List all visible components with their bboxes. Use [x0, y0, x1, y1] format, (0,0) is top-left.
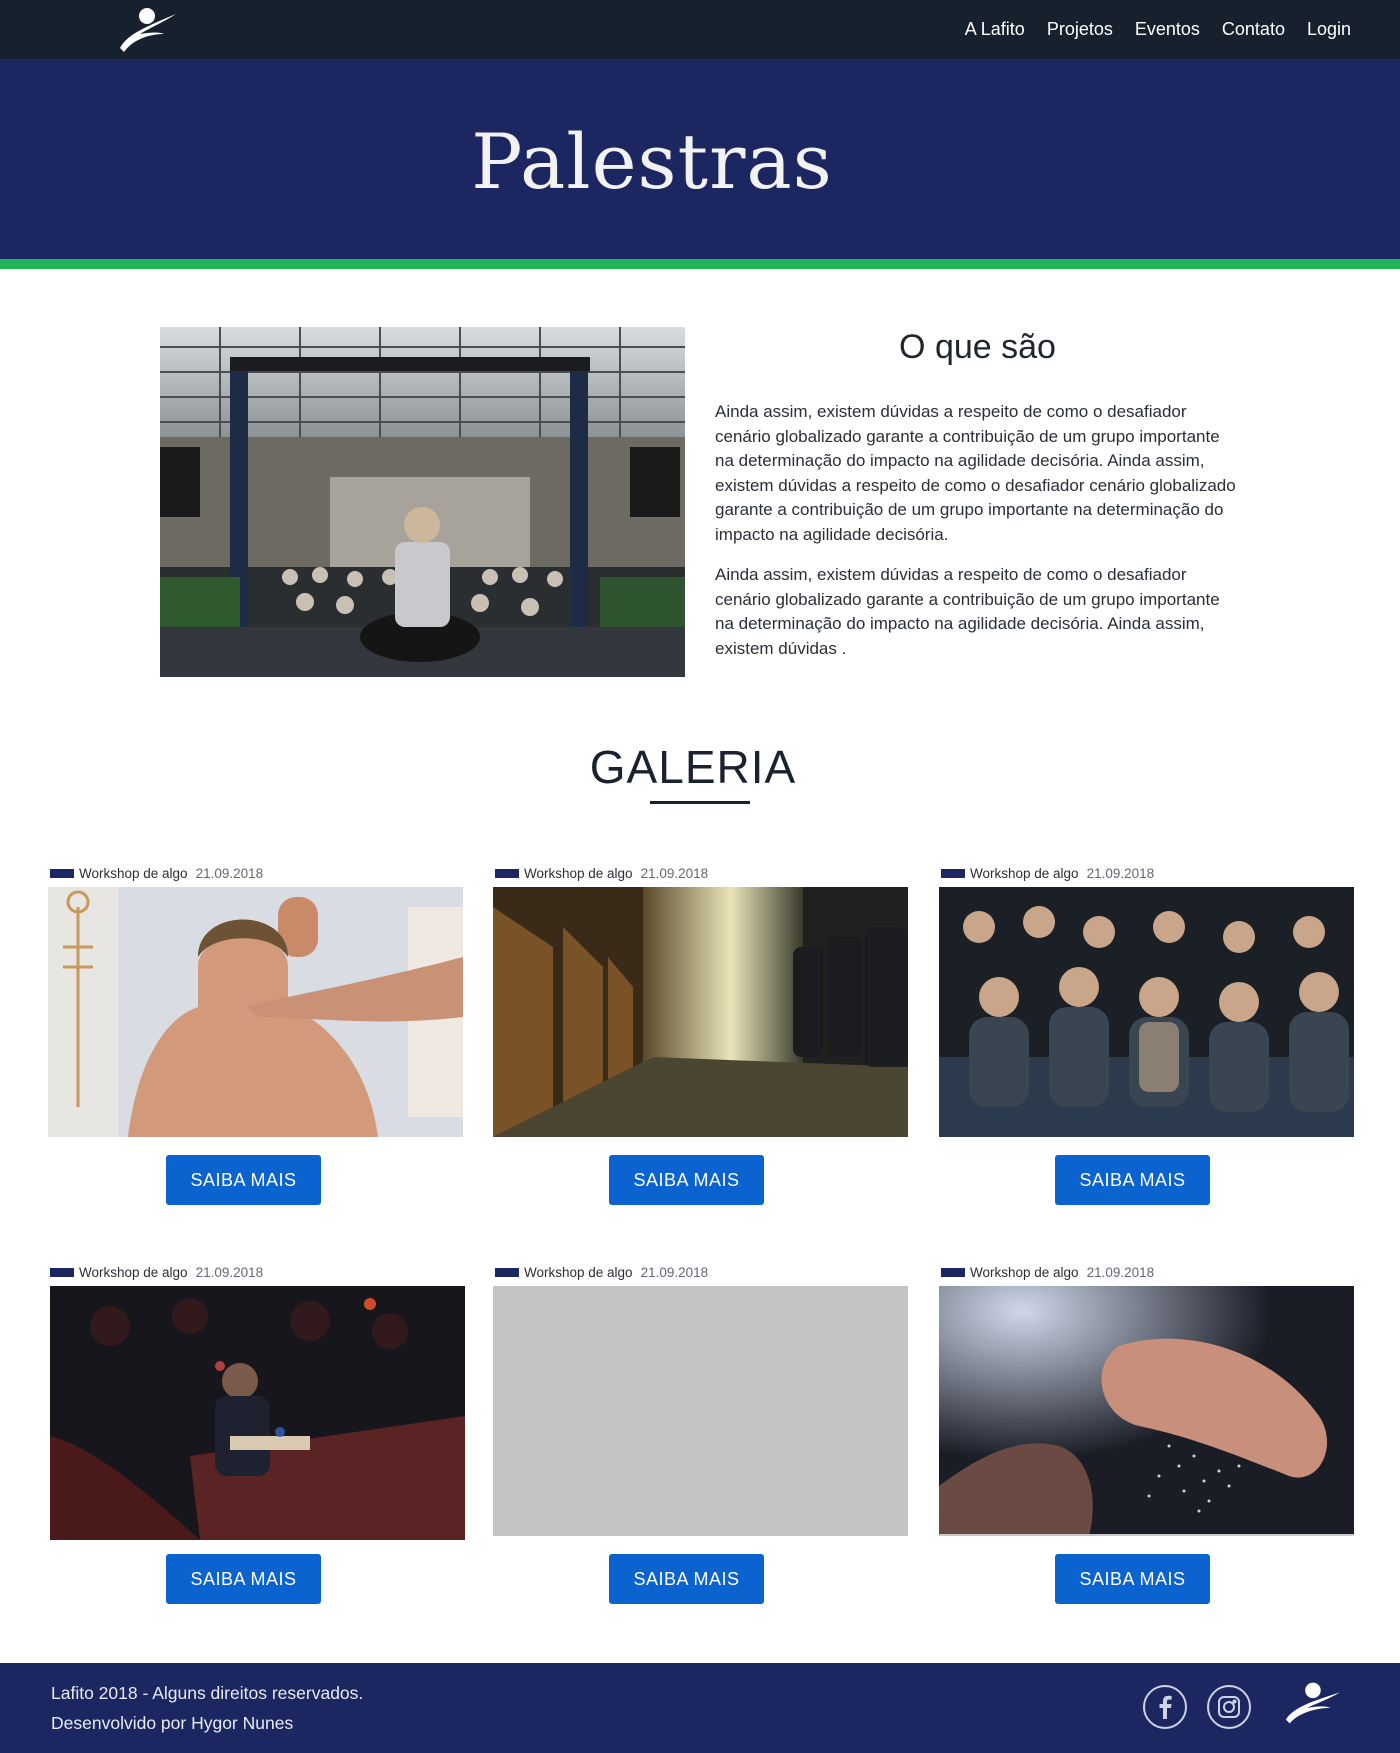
- card-meta: Workshop de algo 21.09.2018: [50, 1264, 263, 1280]
- nav-link-a-lafito[interactable]: A Lafito: [965, 19, 1025, 40]
- card-category: Workshop de algo: [79, 865, 188, 881]
- saiba-mais-button[interactable]: SAIBA MAIS: [166, 1155, 321, 1205]
- footer-copyright: Lafito 2018 - Alguns direitos reservados…: [51, 1683, 364, 1703]
- gallery-title: GALERIA: [589, 741, 797, 793]
- about-text: Ainda assim, existem dúvidas a respeito …: [715, 400, 1240, 677]
- gallery-title-underline: [650, 801, 750, 804]
- nav-link-projetos[interactable]: Projetos: [1047, 19, 1113, 40]
- hands-powder-photo[interactable]: [939, 1286, 1354, 1536]
- audience-photo[interactable]: [939, 887, 1354, 1137]
- saiba-mais-button[interactable]: SAIBA MAIS: [609, 1554, 764, 1604]
- card-category: Workshop de algo: [524, 1264, 633, 1280]
- card-date: 21.09.2018: [195, 865, 264, 881]
- nav-link-login[interactable]: Login: [1307, 19, 1351, 40]
- saiba-mais-button[interactable]: SAIBA MAIS: [609, 1155, 764, 1205]
- about-paragraph-2: Ainda assim, existem dúvidas a respeito …: [715, 565, 1220, 658]
- massage-photo[interactable]: [48, 887, 463, 1137]
- main-nav: A Lafito Projetos Eventos Contato Login: [943, 0, 1351, 59]
- card-date: 21.09.2018: [195, 1264, 264, 1280]
- card-category: Workshop de algo: [524, 865, 633, 881]
- card-date: 21.09.2018: [1086, 865, 1155, 881]
- category-flag-icon: [941, 868, 965, 878]
- footer-credits: Desenvolvido por Hygor Nunes: [51, 1713, 294, 1733]
- card-meta: Workshop de algo 21.09.2018: [50, 865, 263, 881]
- card-meta: Workshop de algo 21.09.2018: [941, 1264, 1154, 1280]
- lafito-logo-icon[interactable]: [112, 4, 178, 54]
- card-meta: Workshop de algo 21.09.2018: [941, 865, 1154, 881]
- category-flag-icon: [495, 1267, 519, 1277]
- hero-accent-stripe: [0, 259, 1400, 269]
- about-photo: [160, 327, 685, 677]
- category-flag-icon: [941, 1267, 965, 1277]
- saiba-mais-button[interactable]: SAIBA MAIS: [1055, 1155, 1210, 1205]
- category-flag-icon: [50, 1267, 74, 1277]
- about-paragraph-1: Ainda assim, existem dúvidas a respeito …: [715, 402, 1236, 544]
- card-meta: Workshop de algo 21.09.2018: [495, 865, 708, 881]
- nav-link-contato[interactable]: Contato: [1222, 19, 1285, 40]
- top-navbar: A Lafito Projetos Eventos Contato Login: [0, 0, 1400, 59]
- card-category: Workshop de algo: [970, 1264, 1079, 1280]
- card-date: 21.09.2018: [1086, 1264, 1155, 1280]
- page-title: Palestras: [471, 117, 833, 206]
- category-flag-icon: [50, 868, 74, 878]
- lecture-hall-photo[interactable]: [50, 1286, 465, 1540]
- hero-banner: Palestras: [0, 59, 1400, 259]
- lafito-logo-icon: [1285, 1682, 1341, 1724]
- card-meta: Workshop de algo 21.09.2018: [495, 1264, 708, 1280]
- card-category: Workshop de algo: [79, 1264, 188, 1280]
- saiba-mais-button[interactable]: SAIBA MAIS: [1055, 1554, 1210, 1604]
- facebook-icon[interactable]: [1143, 1685, 1187, 1729]
- instagram-icon[interactable]: [1207, 1685, 1251, 1729]
- nav-link-eventos[interactable]: Eventos: [1135, 19, 1200, 40]
- about-title: O que são: [899, 328, 1056, 366]
- card-category: Workshop de algo: [970, 865, 1079, 881]
- footer: Lafito 2018 - Alguns direitos reservados…: [0, 1663, 1400, 1753]
- saiba-mais-button[interactable]: SAIBA MAIS: [166, 1554, 321, 1604]
- card-date: 21.09.2018: [640, 865, 709, 881]
- card-date: 21.09.2018: [640, 1264, 709, 1280]
- placeholder-image[interactable]: [493, 1286, 908, 1536]
- auditorium-seats-photo[interactable]: [493, 887, 908, 1137]
- category-flag-icon: [495, 868, 519, 878]
